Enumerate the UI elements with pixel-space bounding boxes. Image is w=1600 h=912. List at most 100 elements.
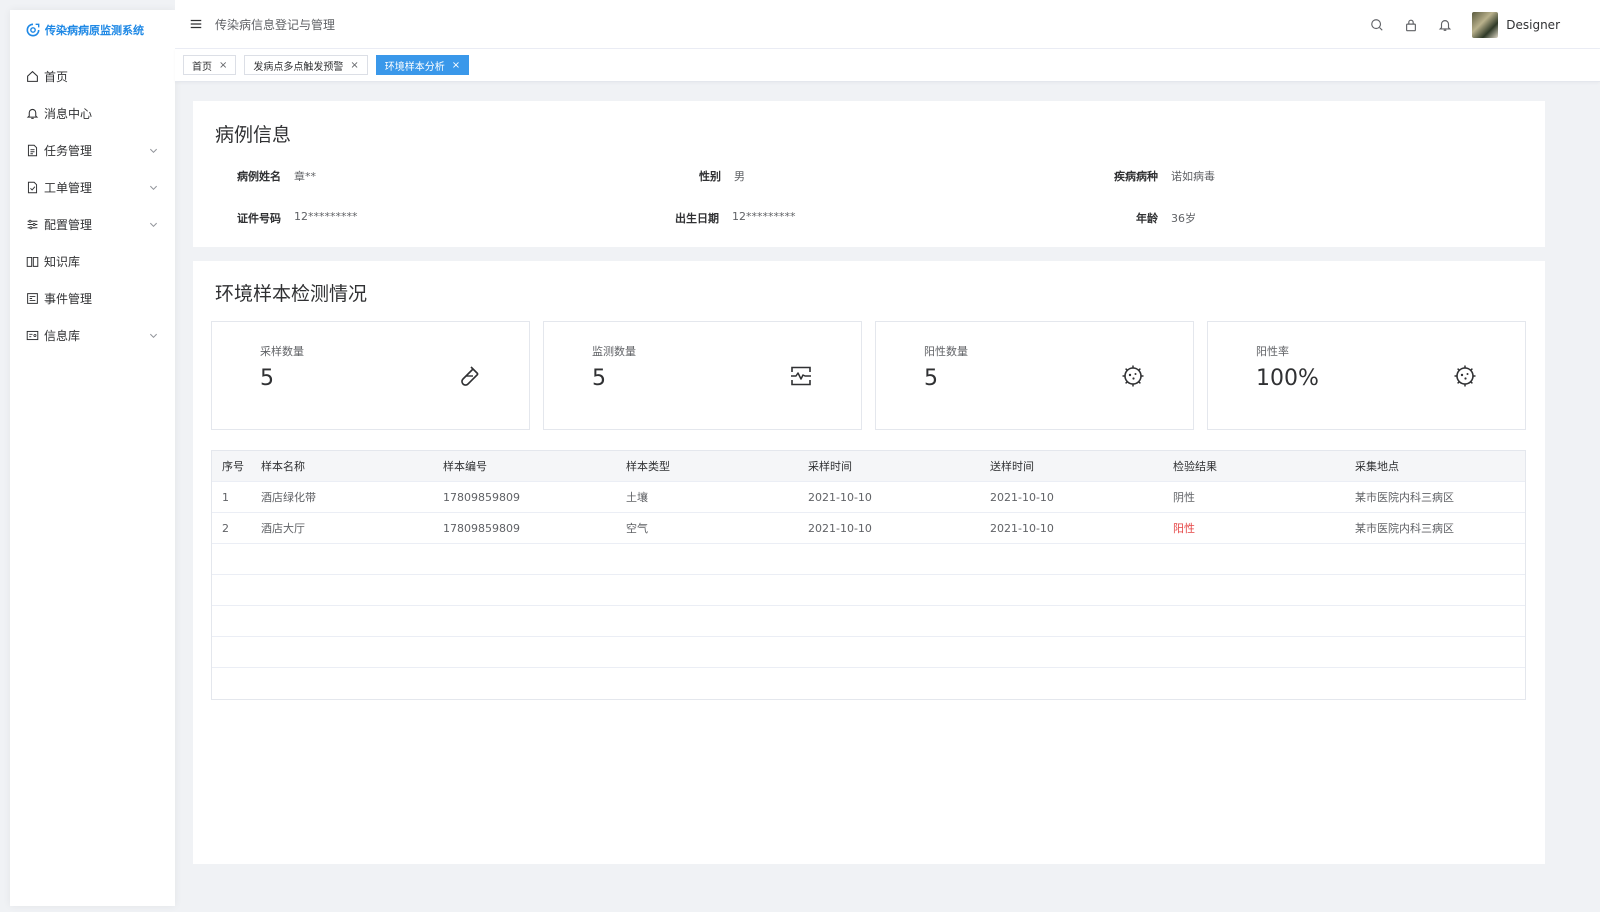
tab-home[interactable]: 首页 × <box>183 55 237 75</box>
table-cell: 2021-10-10 <box>990 490 1054 504</box>
lock-icon[interactable] <box>1404 18 1418 32</box>
monitor-icon <box>791 366 811 386</box>
close-icon[interactable]: × <box>350 60 358 71</box>
table-row[interactable]: 2 酒店大厅 17809859809 空气 2021-10-10 2021-10… <box>212 513 1525 544</box>
search-icon[interactable] <box>1370 18 1384 32</box>
field-label: 证件号码 <box>237 212 281 225</box>
table-cell: 某市医院内科三病区 <box>1355 491 1454 504</box>
stat-label: 监测数量 <box>592 345 636 358</box>
stat-label: 阳性数量 <box>924 345 968 358</box>
stat-value: 100% <box>1256 366 1319 391</box>
app-logo[interactable]: 传染病病原监测系统 <box>10 10 175 50</box>
breadcrumb: 传染病信息登记与管理 <box>215 17 336 32</box>
stat-value: 5 <box>592 366 606 391</box>
sidebar-item-label: 知识库 <box>44 255 81 269</box>
table-cell: 某市医院内科三病区 <box>1355 522 1454 535</box>
result-negative: 阴性 <box>1173 491 1195 504</box>
empty-row <box>212 637 1525 668</box>
field-age: 年龄 36岁 <box>1136 210 1196 226</box>
table-cell: 2021-10-10 <box>808 521 872 535</box>
field-value: 男 <box>734 170 745 183</box>
table-cell: 17809859809 <box>443 521 520 535</box>
column-header: 采样时间 <box>808 460 852 473</box>
field-value: 12********* <box>732 210 796 223</box>
column-header: 采集地点 <box>1355 460 1399 473</box>
chevron-down-icon[interactable] <box>149 331 158 340</box>
sidebar-item-knowledge[interactable]: 知识库 <box>10 243 175 280</box>
sidebar-item-tasks[interactable]: 任务管理 <box>10 132 175 169</box>
book-icon <box>26 256 39 267</box>
result-positive: 阳性 <box>1173 522 1195 535</box>
menu-toggle-icon[interactable] <box>189 17 203 31</box>
case-info-card: 病例信息 病例姓名 章** 性别 男 疾病病种 诺如病毒 证件号码 12****… <box>193 101 1545 247</box>
table-cell: 1 <box>222 490 229 504</box>
tab-multipoint-alert[interactable]: 发病点多点触发预警 × <box>244 55 368 75</box>
field-case-name: 病例姓名 章** <box>237 168 316 184</box>
sidebar-item-config[interactable]: 配置管理 <box>10 206 175 243</box>
table-row[interactable]: 1 酒店绿化带 17809859809 土壤 2021-10-10 2021-1… <box>212 482 1525 513</box>
stat-positive-rate: 阳性率 100% <box>1207 321 1526 430</box>
field-disease: 疾病病种 诺如病毒 <box>1114 168 1215 184</box>
env-sample-card: 环境样本检测情况 采样数量 5 监测数量 5 阳性数量 5 阳性率 100% 序… <box>193 261 1545 864</box>
sidebar-item-label: 工单管理 <box>44 181 93 195</box>
sidebar-item-label: 消息中心 <box>44 107 93 121</box>
stat-label: 采样数量 <box>260 345 304 358</box>
sliders-icon <box>27 219 38 230</box>
stat-value: 5 <box>924 366 938 391</box>
tab-bar: 首页 × 发病点多点触发预警 × 环境样本分析 × <box>175 49 1600 82</box>
table-cell: 土壤 <box>626 491 648 504</box>
empty-row <box>212 668 1525 699</box>
sidebar-item-workorders[interactable]: 工单管理 <box>10 169 175 206</box>
bell-icon[interactable] <box>1438 18 1452 32</box>
chevron-down-icon[interactable] <box>149 220 158 229</box>
stat-sample-count: 采样数量 5 <box>211 321 530 430</box>
table-header: 序号 样本名称 样本编号 样本类型 采样时间 送样时间 检验结果 采集地点 <box>212 451 1525 482</box>
sidebar-item-events[interactable]: 事件管理 <box>10 280 175 317</box>
avatar[interactable] <box>1472 11 1499 38</box>
env-sample-title: 环境样本检测情况 <box>215 283 368 305</box>
tab-label: 环境样本分析 <box>384 61 445 73</box>
tab-label: 首页 <box>192 61 212 73</box>
field-label: 出生日期 <box>675 212 719 225</box>
sidebar-item-label: 事件管理 <box>44 292 93 306</box>
document-edit-icon <box>27 181 38 194</box>
virus-icon <box>1454 365 1476 387</box>
table-cell: 空气 <box>626 522 648 535</box>
column-header: 序号 <box>222 460 244 473</box>
sidebar-nav: 首页 消息中心 任务管理 工单管理 配置管理 知识库 事件管理 信息库 <box>10 58 175 354</box>
sidebar-item-messages[interactable]: 消息中心 <box>10 95 175 132</box>
field-value: 诺如病毒 <box>1171 170 1215 183</box>
document-icon <box>27 144 38 157</box>
sidebar-item-infobase[interactable]: 信息库 <box>10 317 175 354</box>
sidebar: 传染病病原监测系统 首页 消息中心 任务管理 工单管理 配置管理 知识库 事件管… <box>10 10 175 906</box>
chevron-down-icon[interactable] <box>149 146 158 155</box>
empty-row <box>212 544 1525 575</box>
header-actions: Designer <box>1350 0 1560 49</box>
empty-row <box>212 575 1525 606</box>
table-cell: 2 <box>222 521 229 535</box>
field-label: 疾病病种 <box>1114 170 1158 183</box>
column-header: 检验结果 <box>1173 460 1217 473</box>
virus-icon <box>1122 365 1144 387</box>
close-icon[interactable]: × <box>219 60 227 71</box>
test-tube-icon <box>461 366 479 386</box>
sidebar-item-label: 首页 <box>44 70 69 84</box>
card-icon <box>26 330 39 341</box>
field-birth-date: 出生日期 12********* <box>675 210 796 226</box>
field-label: 性别 <box>699 170 721 183</box>
chevron-down-icon[interactable] <box>149 183 158 192</box>
sidebar-item-home[interactable]: 首页 <box>10 58 175 95</box>
stat-value: 5 <box>260 366 274 391</box>
field-value: 章** <box>294 170 316 183</box>
tab-label: 发病点多点触发预警 <box>253 61 344 73</box>
username[interactable]: Designer <box>1506 18 1560 32</box>
column-header: 送样时间 <box>990 460 1034 473</box>
close-icon[interactable]: × <box>452 60 460 71</box>
home-icon <box>27 70 38 82</box>
sample-table: 序号 样本名称 样本编号 样本类型 采样时间 送样时间 检验结果 采集地点 1 … <box>211 450 1526 700</box>
app-name: 传染病病原监测系统 <box>45 24 144 37</box>
table-cell: 2021-10-10 <box>990 521 1054 535</box>
empty-row <box>212 606 1525 637</box>
field-label: 年龄 <box>1136 212 1158 225</box>
tab-env-sample-analysis[interactable]: 环境样本分析 × <box>375 55 470 75</box>
